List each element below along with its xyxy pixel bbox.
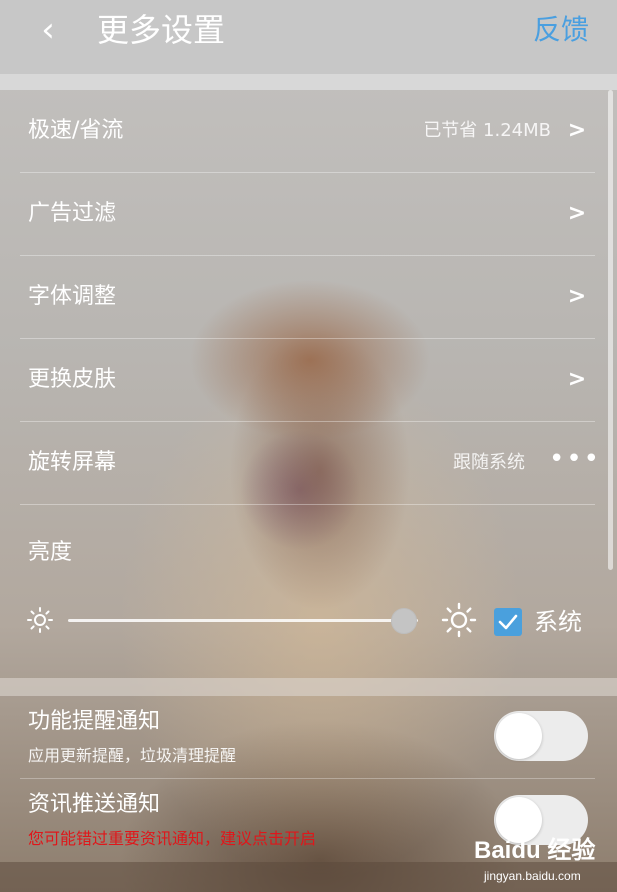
- settings-item-label: 旋转屏幕: [28, 450, 117, 475]
- settings-item-value: 已节省 1.24MB: [423, 120, 551, 141]
- back-button[interactable]: ‹: [30, 12, 66, 48]
- sun-large-icon: [441, 602, 477, 638]
- notification-title: 资讯推送通知: [28, 792, 161, 817]
- settings-item-font-size[interactable]: 字体调整 >: [0, 256, 617, 339]
- settings-item-label: 字体调整: [28, 284, 117, 309]
- chevron-right-icon: >: [567, 284, 587, 309]
- notification-title: 功能提醒通知: [28, 709, 161, 734]
- notification-subtitle: 应用更新提醒，垃圾清理提醒: [28, 746, 237, 765]
- brightness-slider-thumb[interactable]: [391, 608, 417, 634]
- checkmark-icon: [498, 614, 518, 630]
- feedback-button[interactable]: 反馈: [533, 12, 589, 48]
- settings-item-skin[interactable]: 更换皮肤 >: [0, 339, 617, 422]
- sun-small-icon: [27, 607, 53, 633]
- chevron-right-icon: >: [567, 201, 587, 226]
- more-dots-icon: •••: [549, 444, 602, 474]
- toggle-knob: [496, 713, 542, 759]
- baidu-jingyan-watermark: Baidu 经验 jingyan.baidu.com: [474, 836, 614, 888]
- settings-item-label: 更换皮肤: [28, 367, 117, 392]
- section-divider: [0, 74, 617, 90]
- watermark-url: jingyan.baidu.com: [484, 869, 581, 883]
- settings-item-speed-save[interactable]: 极速/省流 已节省 1.24MB >: [0, 90, 617, 173]
- settings-item-value: 跟随系统: [453, 452, 525, 473]
- settings-item-rotate-screen[interactable]: 旋转屏幕 跟随系统 •••: [0, 422, 617, 505]
- row-divider: [20, 778, 595, 779]
- notification-warning: 您可能错过重要资讯通知，建议点击开启: [28, 829, 317, 848]
- system-brightness-checkbox[interactable]: [494, 608, 522, 636]
- brightness-slider-track[interactable]: [68, 619, 418, 622]
- feature-reminder-toggle[interactable]: [494, 711, 588, 761]
- settings-item-ad-filter[interactable]: 广告过滤 >: [0, 173, 617, 256]
- system-brightness-label: 系统: [534, 608, 582, 636]
- chevron-right-icon: >: [567, 367, 587, 392]
- page-title: 更多设置: [97, 11, 226, 49]
- brightness-label: 亮度: [28, 540, 73, 565]
- settings-item-label: 极速/省流: [28, 118, 124, 143]
- row-divider: [20, 504, 595, 505]
- watermark-logo-text: Baidu 经验: [474, 837, 596, 864]
- settings-item-label: 广告过滤: [28, 201, 117, 226]
- top-bar: ‹ 更多设置 反馈: [0, 0, 617, 74]
- section-divider: [0, 678, 617, 696]
- chevron-right-icon: >: [567, 118, 587, 143]
